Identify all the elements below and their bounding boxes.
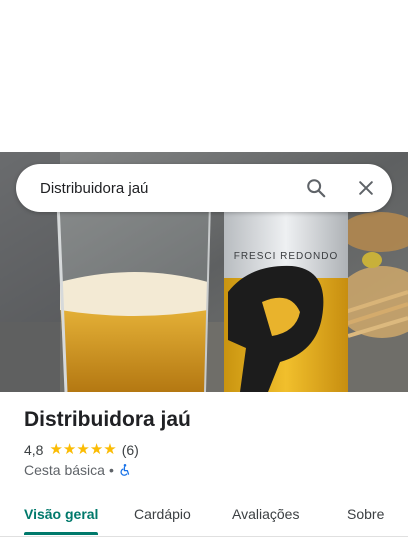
place-category[interactable]: Cesta básica	[24, 462, 105, 478]
close-icon	[359, 181, 373, 195]
accessible-icon	[120, 464, 129, 476]
place-title: Distribuidora jaú	[24, 408, 191, 431]
clear-search-button[interactable]	[346, 168, 386, 208]
rating-stars: ★ ★ ★ ★ ★	[49, 441, 117, 458]
separator-dot: •	[108, 462, 114, 478]
place-tabs: Visão geral Cardápio Avaliações Sobre	[0, 492, 408, 536]
tab-reviews[interactable]: Avaliações	[232, 506, 299, 522]
place-info: Distribuidora jaú 4,8 ★ ★ ★ ★ ★ (6) Cest…	[24, 406, 384, 478]
rating-value: 4,8	[24, 442, 44, 458]
star-icon: ★	[62, 441, 77, 458]
review-count: (6)	[121, 442, 139, 458]
search-input[interactable]	[16, 164, 296, 212]
search-bar	[16, 164, 392, 212]
tab-overview[interactable]: Visão geral	[24, 506, 98, 522]
rating-row[interactable]: 4,8 ★ ★ ★ ★ ★ (6)	[24, 442, 384, 458]
search-button[interactable]	[296, 168, 336, 208]
category-row: Cesta básica •	[24, 462, 384, 478]
star-icon: ★	[89, 441, 104, 458]
search-icon	[307, 179, 326, 198]
tabs-divider	[0, 536, 408, 537]
tab-menu[interactable]: Cardápio	[134, 506, 191, 522]
tab-about[interactable]: Sobre	[347, 506, 384, 522]
star-icon: ★	[103, 441, 117, 458]
star-icon: ★	[76, 441, 90, 458]
star-icon: ★	[49, 441, 63, 458]
can-label: FRESCI REDONDO	[234, 251, 339, 262]
active-tab-indicator	[24, 532, 98, 535]
